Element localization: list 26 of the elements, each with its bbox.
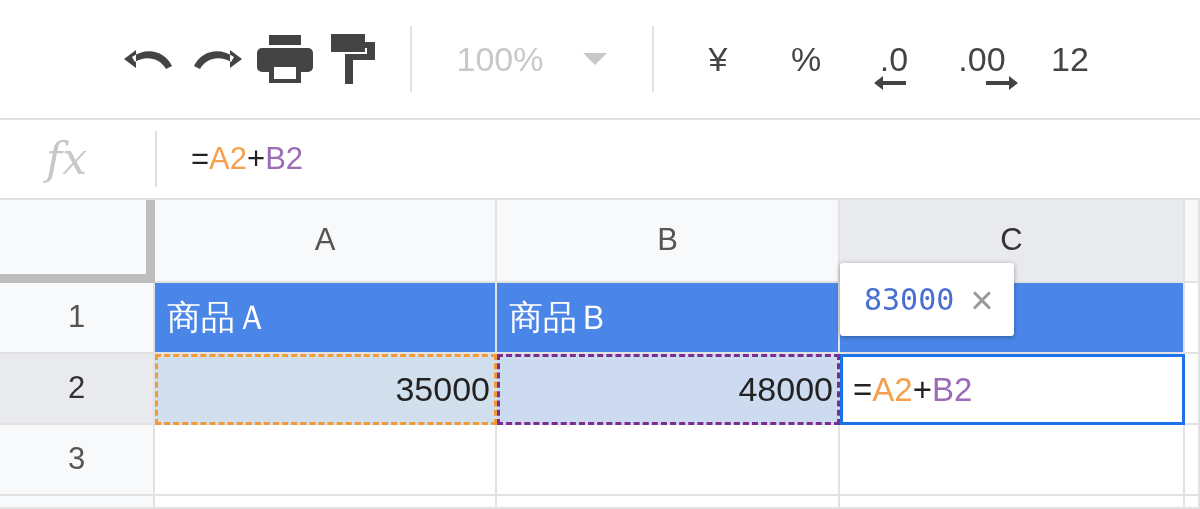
left-arrow-icon (874, 76, 906, 90)
table-cell (1185, 283, 1200, 354)
decrease-decimal-button[interactable]: .0 (858, 29, 930, 89)
increase-decimal-button[interactable]: .00 (946, 29, 1018, 89)
paint-roller-icon (331, 34, 375, 84)
formula-text[interactable]: =A2+B2 (157, 135, 304, 183)
right-arrow-icon (986, 76, 1018, 90)
table-cell: 48000 (497, 354, 840, 425)
format-button[interactable]: 12 (1034, 29, 1106, 89)
column-header[interactable]: B (497, 200, 840, 283)
format-button[interactable]: % (770, 29, 842, 89)
caret-icon (583, 53, 608, 65)
table-cell (1185, 354, 1200, 425)
table-cell (1185, 425, 1200, 496)
print-icon (257, 35, 313, 83)
cell-editor[interactable]: =A2+B2 (840, 354, 1185, 425)
row-header[interactable]: 1 (0, 283, 155, 354)
row-header[interactable]: 2 (0, 354, 155, 425)
row-header[interactable]: 3 (0, 425, 155, 496)
table-cell: 35000 (155, 354, 497, 425)
format-button[interactable]: ¥ (682, 29, 754, 89)
table-cell: 商品Ｂ (497, 283, 840, 354)
table-cell (1185, 496, 1200, 509)
table-cell: 商品Ａ (155, 283, 497, 354)
column-header[interactable]: A (155, 200, 497, 283)
result-value: 83000 (864, 281, 955, 319)
